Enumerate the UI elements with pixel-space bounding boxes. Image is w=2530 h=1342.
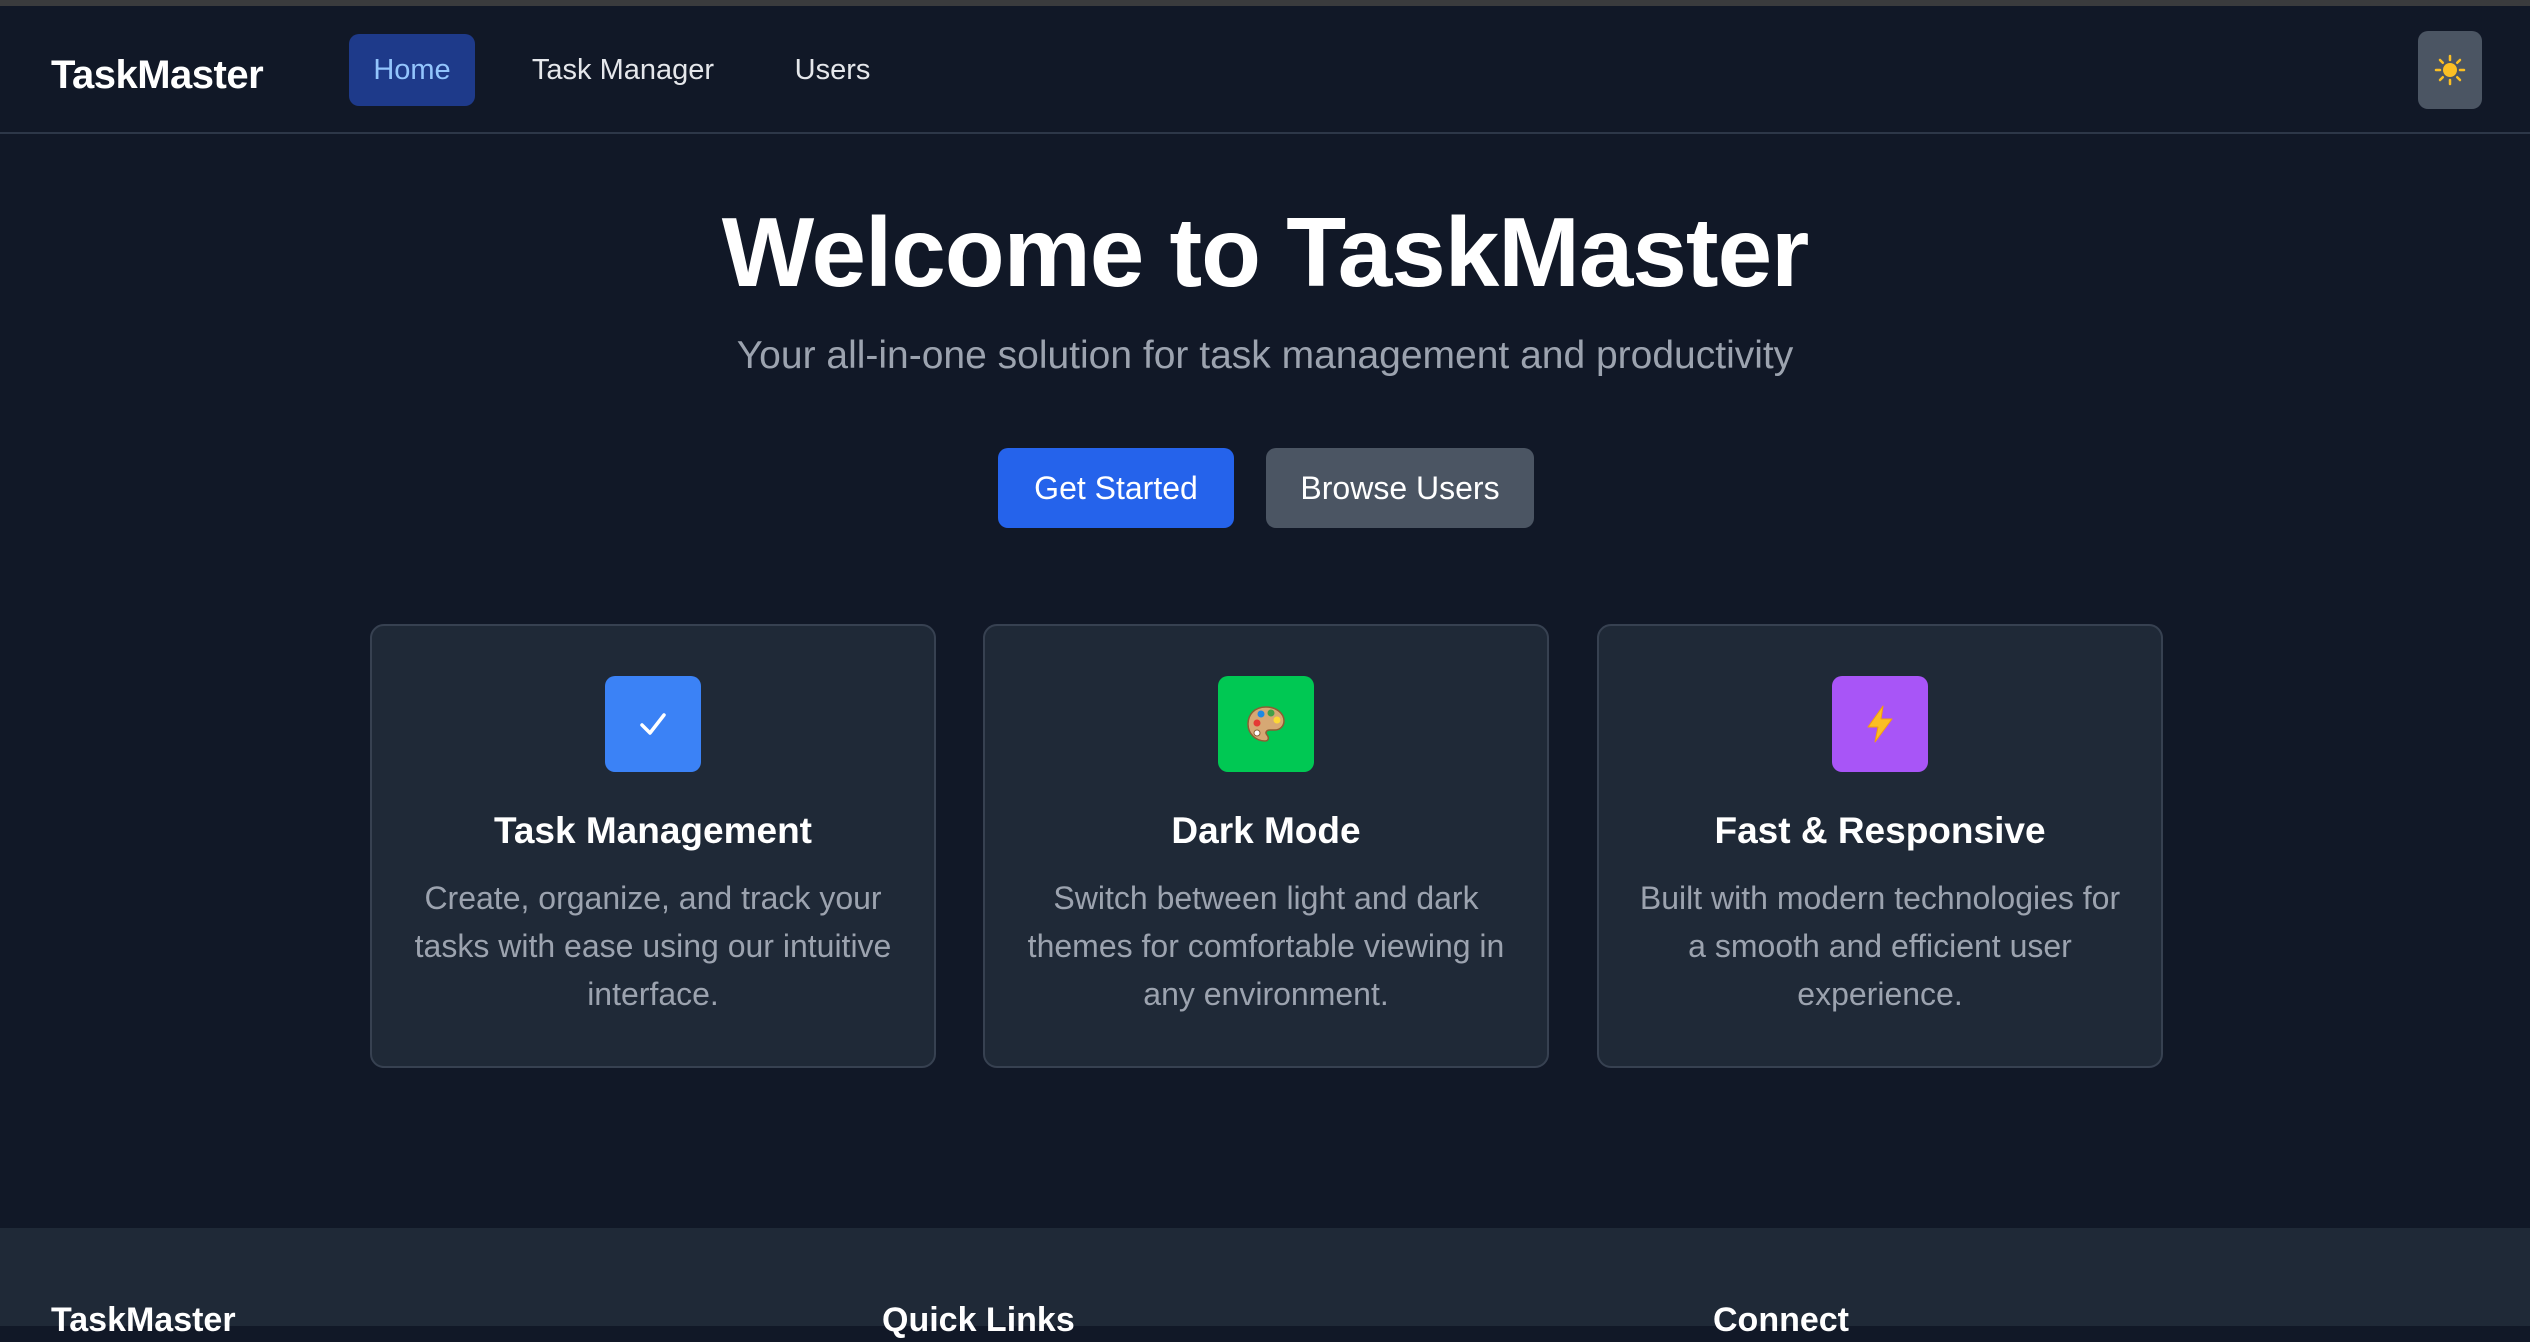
feature-card-dark-mode: Dark Mode Switch between light and dark … — [983, 624, 1549, 1068]
palette-icon — [1218, 676, 1314, 772]
feature-title: Task Management — [493, 810, 813, 851]
feature-card-fast-responsive: Fast & Responsive Built with modern tech… — [1597, 624, 2163, 1068]
hero-subtitle: Your all-in-one solution for task manage… — [736, 334, 1794, 377]
feature-description: Switch between light and dark themes for… — [1027, 880, 1505, 1012]
brand-logo[interactable]: TaskMaster — [51, 46, 264, 104]
footer-heading-quick-links: Quick Links — [882, 1301, 1075, 1339]
hero-title: Welcome to TaskMaster — [721, 197, 1809, 307]
feature-description: Create, organize, and track your tasks w… — [414, 880, 892, 1012]
browse-users-button[interactable]: Browse Users — [1266, 448, 1534, 528]
theme-toggle-button[interactable] — [2418, 31, 2482, 109]
sun-icon — [2434, 54, 2466, 86]
nav-link-home[interactable]: Home — [349, 34, 475, 106]
get-started-button[interactable]: Get Started — [998, 448, 1234, 528]
nav-link-users[interactable]: Users — [770, 34, 895, 106]
footer-heading-brand: TaskMaster — [51, 1301, 236, 1339]
feature-description: Built with modern technologies for a smo… — [1639, 880, 2121, 1012]
feature-card-task-management: Task Management Create, organize, and tr… — [370, 624, 936, 1068]
feature-title: Dark Mode — [1171, 810, 1361, 851]
feature-title: Fast & Responsive — [1714, 810, 2046, 851]
lightning-icon — [1832, 676, 1928, 772]
footer-heading-connect: Connect — [1713, 1301, 1849, 1339]
top-navbar: TaskMaster Home Task Manager Users — [0, 6, 2530, 134]
footer: TaskMaster Quick Links Connect — [0, 1228, 2530, 1339]
nav-link-task-manager[interactable]: Task Manager — [510, 34, 736, 106]
checkmark-icon — [605, 676, 701, 772]
